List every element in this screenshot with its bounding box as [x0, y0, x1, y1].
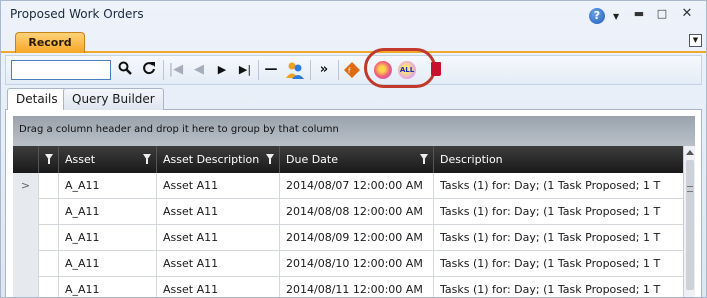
- asset-description-cell[interactable]: Asset A11: [157, 277, 280, 297]
- table-row[interactable]: > A_A11 Asset A11 2014/08/07 12:00:00 AM…: [13, 173, 683, 199]
- dropdown-arrow-icon[interactable]: ▼: [613, 12, 619, 21]
- tab-details[interactable]: Details: [7, 88, 67, 111]
- maximize-icon[interactable]: □: [654, 7, 670, 21]
- asset-cell[interactable]: A_A11: [59, 199, 157, 225]
- row-indicator: [13, 251, 39, 277]
- question-circle-icon[interactable]: ?: [589, 8, 605, 24]
- remove-icon[interactable]: —: [263, 61, 279, 79]
- title-bar: Proposed Work Orders ? ▼ ▬ □ ✕: [1, 1, 706, 29]
- select-all-label: ALL: [399, 66, 415, 74]
- tab-record[interactable]: Record: [15, 32, 85, 53]
- record-toolbar: |◀ ◀ ▶ ▶| — » f ALL: [5, 48, 702, 88]
- previous-record-icon[interactable]: ◀: [191, 61, 207, 79]
- column-header-label: Description: [440, 153, 503, 166]
- filter-icon[interactable]: [143, 154, 151, 164]
- column-header-description[interactable]: Description: [434, 146, 683, 173]
- column-header-indicator: [13, 146, 39, 173]
- details-panel: Drag a column header and drop it here to…: [5, 110, 702, 297]
- window-title: Proposed Work Orders: [10, 7, 144, 21]
- description-cell[interactable]: Tasks (1) for: Day; (1 Task Proposed; 1 …: [434, 225, 683, 251]
- asset-cell[interactable]: A_A11: [59, 173, 157, 199]
- filter-clear-icon[interactable]: f: [343, 61, 361, 79]
- scrollbar-thumb[interactable]: [686, 160, 694, 290]
- row-indicator: [13, 225, 39, 251]
- due-date-cell[interactable]: 2014/08/07 12:00:00 AM: [280, 173, 434, 199]
- asset-description-cell[interactable]: Asset A11: [157, 173, 280, 199]
- asset-description-cell[interactable]: Asset A11: [157, 225, 280, 251]
- asset-cell[interactable]: A_A11: [59, 277, 157, 297]
- table-row[interactable]: A_A11 Asset A11 2014/08/08 12:00:00 AM T…: [13, 199, 683, 225]
- minimize-icon[interactable]: ▬: [631, 7, 647, 21]
- row-blank-cell: [39, 199, 59, 225]
- row-indicator: [13, 199, 39, 225]
- due-date-cell[interactable]: 2014/08/08 12:00:00 AM: [280, 199, 434, 225]
- filter-icon[interactable]: [420, 154, 428, 164]
- filter-icon[interactable]: [45, 154, 53, 164]
- row-blank-cell: [39, 277, 59, 297]
- grid-header: Asset Asset Description Due Date Descrip…: [13, 146, 683, 173]
- table-row[interactable]: A_A11 Asset A11 2014/08/11 12:00:00 AM T…: [13, 277, 683, 297]
- record-tab-strip: Record ▼: [1, 29, 706, 53]
- due-date-cell[interactable]: 2014/08/11 12:00:00 AM: [280, 277, 434, 297]
- row-indicator: >: [13, 173, 39, 199]
- select-all-icon[interactable]: ALL: [398, 61, 416, 79]
- search-icon[interactable]: [116, 61, 134, 79]
- select-icon[interactable]: [374, 61, 392, 79]
- first-record-icon[interactable]: |◀: [168, 61, 184, 79]
- scrollbar-grip-icon: [687, 186, 693, 192]
- description-cell[interactable]: Tasks (1) for: Day; (1 Task Proposed; 1 …: [434, 199, 683, 225]
- tab-strip-menu-icon[interactable]: ▼: [689, 34, 702, 47]
- scroll-up-icon[interactable]: [686, 150, 694, 155]
- column-header-blank[interactable]: [39, 146, 59, 173]
- proposed-work-orders-window: Proposed Work Orders ? ▼ ▬ □ ✕ Record ▼ …: [0, 0, 707, 298]
- due-date-cell[interactable]: 2014/08/10 12:00:00 AM: [280, 251, 434, 277]
- tab-query-builder[interactable]: Query Builder: [63, 88, 164, 110]
- row-blank-cell: [39, 173, 59, 199]
- asset-cell[interactable]: A_A11: [59, 225, 157, 251]
- next-record-icon[interactable]: ▶: [214, 61, 230, 79]
- column-header-label: Due Date: [286, 153, 338, 166]
- search-input[interactable]: [11, 60, 111, 80]
- asset-description-cell[interactable]: Asset A11: [157, 199, 280, 225]
- description-cell[interactable]: Tasks (1) for: Day; (1 Task Proposed; 1 …: [434, 277, 683, 297]
- toolbar-separator: [163, 60, 164, 80]
- description-cell[interactable]: Tasks (1) for: Day; (1 Task Proposed; 1 …: [434, 251, 683, 277]
- due-date-cell[interactable]: 2014/08/09 12:00:00 AM: [280, 225, 434, 251]
- column-header-asset[interactable]: Asset: [59, 146, 157, 173]
- last-record-icon[interactable]: ▶|: [236, 61, 254, 79]
- toolbar-separator: [338, 60, 339, 80]
- toolbar-separator: [310, 60, 311, 80]
- vertical-scrollbar[interactable]: [683, 146, 695, 297]
- fast-forward-icon[interactable]: »: [315, 61, 333, 79]
- group-by-panel[interactable]: Drag a column header and drop it here to…: [13, 116, 695, 146]
- refresh-icon[interactable]: [140, 61, 158, 79]
- asset-description-cell[interactable]: Asset A11: [157, 251, 280, 277]
- description-cell[interactable]: Tasks (1) for: Day; (1 Task Proposed; 1 …: [434, 173, 683, 199]
- column-header-label: Asset Description: [163, 153, 260, 166]
- detail-tabs: Details Query Builder: [5, 86, 702, 111]
- asset-cell[interactable]: A_A11: [59, 251, 157, 277]
- work-orders-grid: Asset Asset Description Due Date Descrip…: [13, 146, 695, 297]
- table-row[interactable]: A_A11 Asset A11 2014/08/10 12:00:00 AM T…: [13, 251, 683, 277]
- row-blank-cell: [39, 225, 59, 251]
- row-indicator: [13, 277, 39, 297]
- column-header-label: Asset: [65, 153, 96, 166]
- table-row[interactable]: A_A11 Asset A11 2014/08/09 12:00:00 AM T…: [13, 225, 683, 251]
- filter-icon[interactable]: [266, 154, 274, 164]
- row-blank-cell: [39, 251, 59, 277]
- column-header-asset-description[interactable]: Asset Description: [157, 146, 280, 173]
- grid-rows: > A_A11 Asset A11 2014/08/07 12:00:00 AM…: [13, 173, 683, 297]
- delete-icon[interactable]: [431, 62, 441, 76]
- toolbar-separator: [258, 60, 259, 80]
- users-icon[interactable]: [285, 61, 305, 79]
- column-header-due-date[interactable]: Due Date: [280, 146, 434, 173]
- close-icon[interactable]: ✕: [679, 7, 695, 21]
